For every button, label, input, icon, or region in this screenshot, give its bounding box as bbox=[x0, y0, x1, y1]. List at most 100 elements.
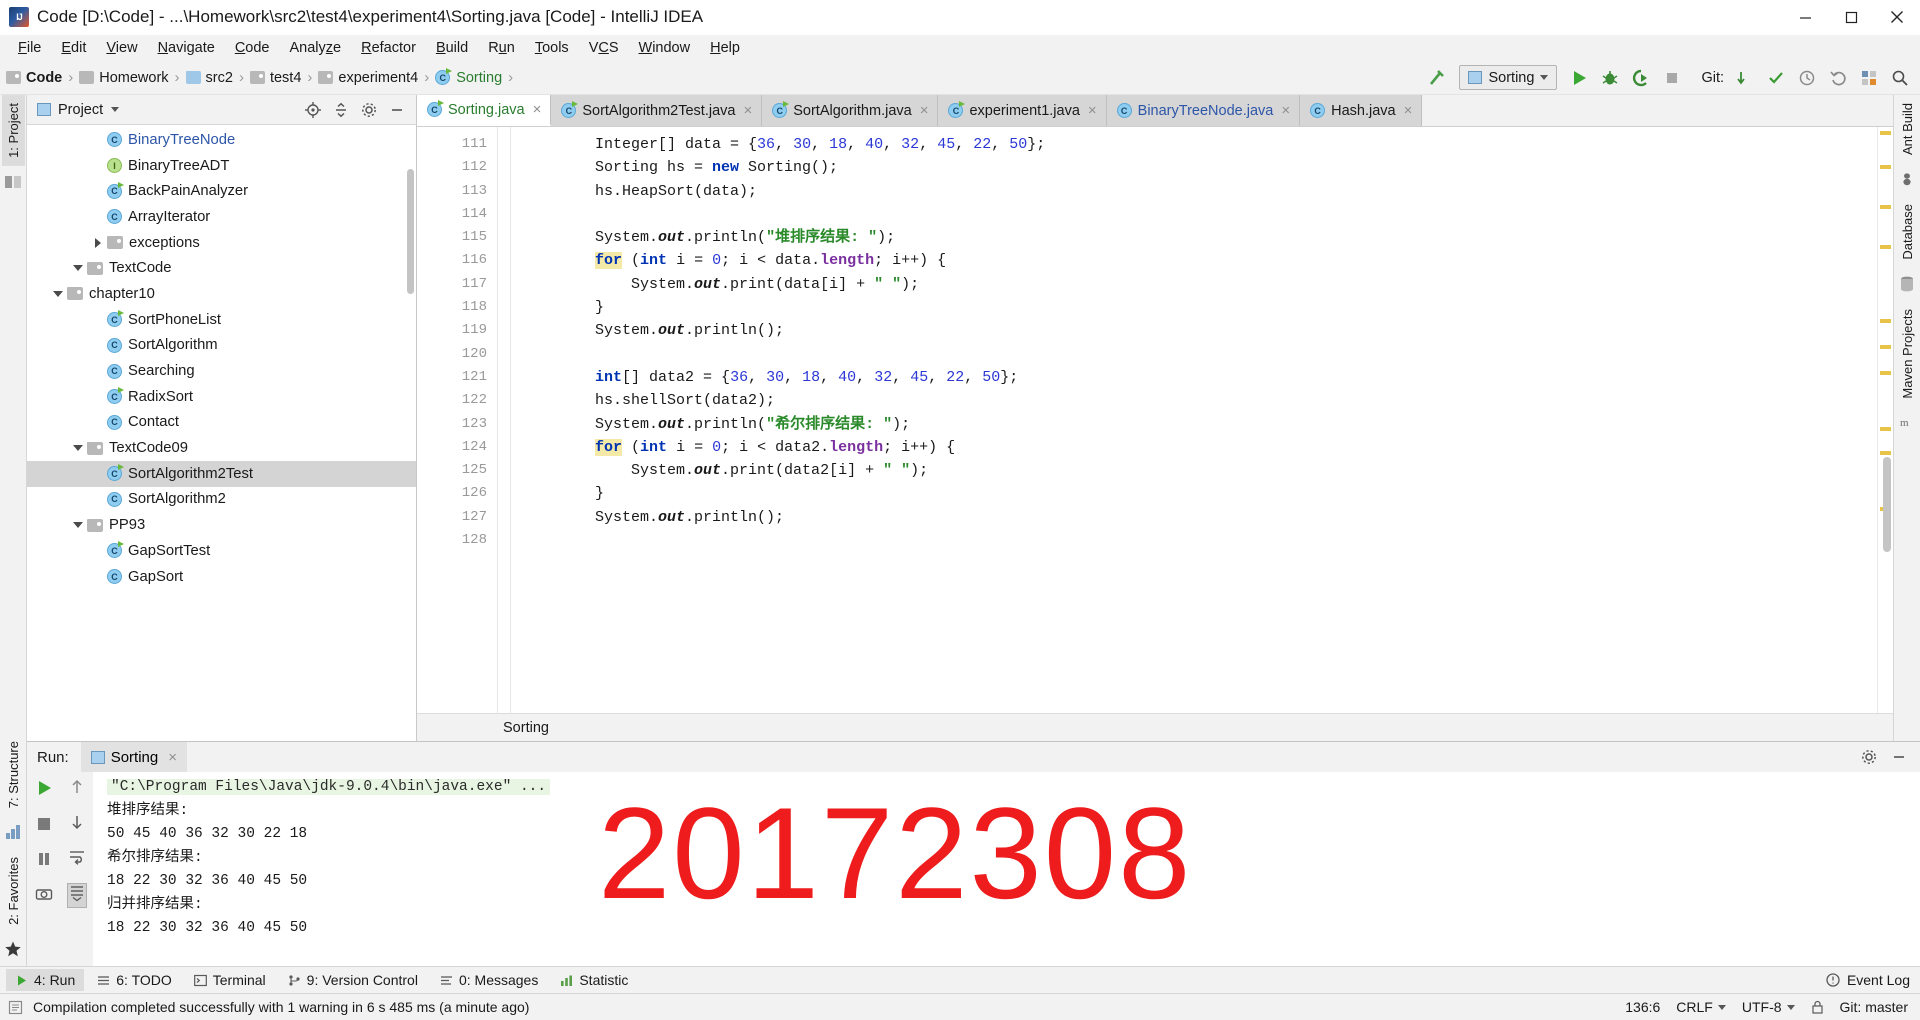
close-icon[interactable]: × bbox=[1404, 102, 1413, 119]
line-number[interactable]: 126 bbox=[417, 482, 487, 505]
vcs-history-button[interactable] bbox=[1793, 65, 1821, 91]
caret-position[interactable]: 136:6 bbox=[1625, 999, 1660, 1015]
tool-tab-favorites[interactable]: 2: Favorites bbox=[2, 849, 25, 933]
code-line[interactable]: System.out.print(data2[i] + " "); bbox=[523, 459, 1877, 482]
file-encoding[interactable]: UTF-8 bbox=[1742, 999, 1795, 1015]
bottom-tab-terminal[interactable]: Terminal bbox=[185, 969, 275, 991]
tree-twisty[interactable] bbox=[49, 290, 67, 297]
line-number[interactable]: 116 bbox=[417, 249, 487, 272]
line-number[interactable]: 122 bbox=[417, 389, 487, 412]
menu-refactor[interactable]: Refactor bbox=[351, 37, 426, 59]
soft-wrap-button[interactable] bbox=[68, 848, 86, 871]
collapse-all-button[interactable] bbox=[328, 97, 354, 123]
vcs-revert-button[interactable] bbox=[1824, 65, 1852, 91]
tool-tab-project[interactable]: 1: Project bbox=[1, 95, 25, 166]
commander-icon[interactable] bbox=[4, 173, 23, 192]
tree-item-sortalgorithm[interactable]: C SortAlgorithm bbox=[27, 333, 416, 359]
tree-item-gapsort[interactable]: C GapSort bbox=[27, 564, 416, 590]
tree-item-backpainanalyzer[interactable]: C BackPainAnalyzer bbox=[27, 178, 416, 204]
line-number[interactable]: 123 bbox=[417, 413, 487, 436]
line-number[interactable]: 127 bbox=[417, 506, 487, 529]
editor-scrollbar-thumb[interactable] bbox=[1883, 457, 1891, 552]
scroll-to-end-button[interactable] bbox=[66, 883, 87, 908]
breadcrumb-test4[interactable]: test4 bbox=[249, 70, 301, 86]
search-everywhere-button[interactable] bbox=[1886, 65, 1914, 91]
bottom-tab-statistic[interactable]: Statistic bbox=[551, 969, 637, 991]
code-line[interactable]: System.out.println(); bbox=[523, 319, 1877, 342]
run-tab-sorting[interactable]: Sorting × bbox=[80, 742, 187, 772]
menu-tools[interactable]: Tools bbox=[525, 37, 579, 59]
gear-icon[interactable] bbox=[1856, 744, 1882, 770]
menu-navigate[interactable]: Navigate bbox=[148, 37, 225, 59]
breadcrumb-src2[interactable]: src2 bbox=[185, 70, 233, 86]
close-icon[interactable]: × bbox=[168, 749, 177, 766]
bottom-tab-run[interactable]: 4: Run bbox=[6, 969, 85, 991]
line-number[interactable]: 112 bbox=[417, 156, 487, 179]
tree-item-searching[interactable]: C Searching bbox=[27, 358, 416, 384]
database-icon[interactable] bbox=[1898, 275, 1917, 294]
editor-tab-experiment1-java[interactable]: Cexperiment1.java × bbox=[938, 95, 1107, 126]
bookmark-star-icon[interactable] bbox=[4, 940, 23, 959]
line-number[interactable]: 115 bbox=[417, 226, 487, 249]
console-output[interactable]: "C:\Program Files\Java\jdk-9.0.4\bin\jav… bbox=[93, 772, 1920, 966]
bottom-tab-version-control[interactable]: 9: Version Control bbox=[279, 969, 427, 991]
close-icon[interactable]: × bbox=[1088, 102, 1097, 119]
run-configuration-selector[interactable]: Sorting bbox=[1459, 65, 1558, 90]
editor-tab-sortalgorithm2test-java[interactable]: C SortAlgorithm2Test.java × bbox=[551, 95, 763, 126]
line-number[interactable]: 121 bbox=[417, 366, 487, 389]
camera-button[interactable] bbox=[35, 885, 53, 908]
close-icon[interactable]: × bbox=[743, 102, 752, 119]
code-line[interactable] bbox=[523, 343, 1877, 366]
tree-item-gapsorttest[interactable]: C GapSortTest bbox=[27, 538, 416, 564]
menu-window[interactable]: Window bbox=[629, 37, 701, 59]
line-number[interactable]: 113 bbox=[417, 180, 487, 203]
tree-item-pp93[interactable]: PP93 bbox=[27, 512, 416, 538]
tree-item-contact[interactable]: C Contact bbox=[27, 410, 416, 436]
code-line[interactable]: hs.HeapSort(data); bbox=[523, 180, 1877, 203]
code-line[interactable]: Integer[] data = {36, 30, 18, 40, 32, 45… bbox=[523, 133, 1877, 156]
menu-code[interactable]: Code bbox=[225, 37, 280, 59]
bottom-tab-todo[interactable]: 6: TODO bbox=[88, 969, 181, 991]
code-line[interactable]: System.out.println("希尔排序结果: "); bbox=[523, 413, 1877, 436]
stop-button[interactable] bbox=[1658, 65, 1686, 91]
error-marker-gutter[interactable] bbox=[1877, 127, 1893, 713]
line-number[interactable]: 117 bbox=[417, 273, 487, 296]
maximize-button[interactable] bbox=[1828, 0, 1874, 35]
tool-tab-maven-projects[interactable]: Maven Projects bbox=[1896, 301, 1919, 407]
build-variants-icon[interactable] bbox=[4, 823, 23, 842]
tree-twisty[interactable] bbox=[89, 237, 107, 248]
line-number[interactable]: 114 bbox=[417, 203, 487, 226]
breadcrumb-code[interactable]: Code bbox=[6, 70, 62, 86]
scroll-from-source-button[interactable] bbox=[300, 97, 326, 123]
bottom-tab-messages[interactable]: 0: Messages bbox=[431, 969, 547, 991]
code-line[interactable]: } bbox=[523, 482, 1877, 505]
event-log-label[interactable]: Event Log bbox=[1847, 972, 1910, 988]
settings-button[interactable] bbox=[1855, 65, 1883, 91]
tree-item-textcode[interactable]: TextCode bbox=[27, 255, 416, 281]
menu-edit[interactable]: Edit bbox=[51, 37, 96, 59]
close-icon[interactable]: × bbox=[533, 101, 542, 118]
tree-item-textcode09[interactable]: TextCode09 bbox=[27, 435, 416, 461]
project-tree[interactable]: C BinaryTreeNode I BinaryTreeADT C BackPainAn… bbox=[27, 125, 416, 741]
run-with-coverage-button[interactable] bbox=[1627, 65, 1655, 91]
editor-tab-binarytreenode-java[interactable]: C BinaryTreeNode.java × bbox=[1106, 95, 1301, 126]
minimize-button[interactable] bbox=[1782, 0, 1828, 35]
tree-item-radixsort[interactable]: C RadixSort bbox=[27, 384, 416, 410]
rerun-button[interactable] bbox=[34, 778, 54, 803]
tree-item-sortphonelist[interactable]: C SortPhoneList bbox=[27, 307, 416, 333]
maven-icon[interactable]: m bbox=[1898, 413, 1917, 432]
tree-twisty[interactable] bbox=[69, 445, 87, 452]
ant-icon[interactable] bbox=[1898, 170, 1917, 189]
code-line[interactable]: hs.shellSort(data2); bbox=[523, 389, 1877, 412]
breadcrumb-sorting[interactable]: C Sorting bbox=[435, 68, 502, 86]
line-number[interactable]: 128 bbox=[417, 529, 487, 552]
menu-run[interactable]: Run bbox=[478, 37, 525, 59]
next-occurrence-button[interactable] bbox=[68, 813, 86, 836]
close-icon[interactable]: × bbox=[1281, 102, 1290, 119]
tree-item-arrayiterator[interactable]: C ArrayIterator bbox=[27, 204, 416, 230]
hide-panel-button[interactable] bbox=[384, 97, 410, 123]
editor-tab-sorting-java[interactable]: C Sorting.java × bbox=[417, 95, 552, 126]
editor-tab-sortalgorithm-java[interactable]: C SortAlgorithm.java × bbox=[762, 95, 939, 126]
debug-button[interactable] bbox=[1596, 65, 1624, 91]
menu-analyze[interactable]: Analyze bbox=[280, 37, 352, 59]
